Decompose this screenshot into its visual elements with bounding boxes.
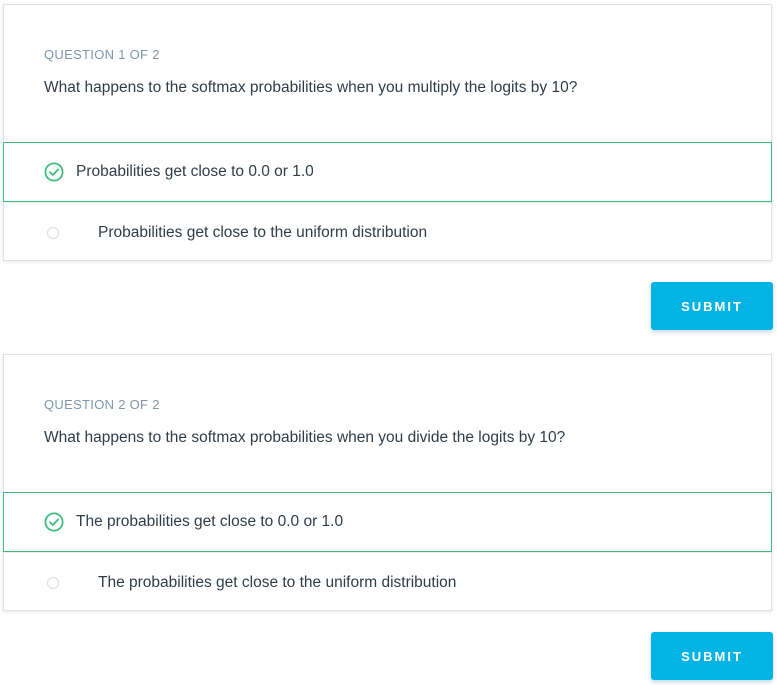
answer-option-label: Probabilities get close to the uniform d… [98,223,428,241]
answer-option-label: The probabilities get close to the unifo… [98,573,457,591]
answer-option-label: The probabilities get close to 0.0 or 1.… [76,513,344,530]
check-circle-icon [44,512,64,532]
check-circle-icon [44,162,64,182]
question-text: What happens to the softmax probabilitie… [44,79,578,96]
question-text: What happens to the softmax probabilitie… [44,429,566,446]
radio-circle-icon[interactable] [47,576,59,589]
answer-option-label: Probabilities get close to 0.0 or 1.0 [76,163,314,180]
question-number: QUESTION 2 OF 2 [44,397,160,412]
radio-circle-icon[interactable] [47,226,59,239]
submit-button-2[interactable]: SUBMIT [651,632,773,680]
question-card-1: QUESTION 1 OF 2 What happens to the soft… [3,4,772,261]
answer-option-2[interactable]: The probabilities get close to the unifo… [4,552,771,612]
answer-option-1[interactable]: Probabilities get close to 0.0 or 1.0 [3,142,772,202]
answer-option-1[interactable]: The probabilities get close to 0.0 or 1.… [3,492,772,552]
question-number: QUESTION 1 OF 2 [44,47,160,62]
answer-option-2[interactable]: Probabilities get close to the uniform d… [4,202,771,262]
submit-button-1[interactable]: SUBMIT [651,282,773,330]
question-card-2: QUESTION 2 OF 2 What happens to the soft… [3,354,772,611]
